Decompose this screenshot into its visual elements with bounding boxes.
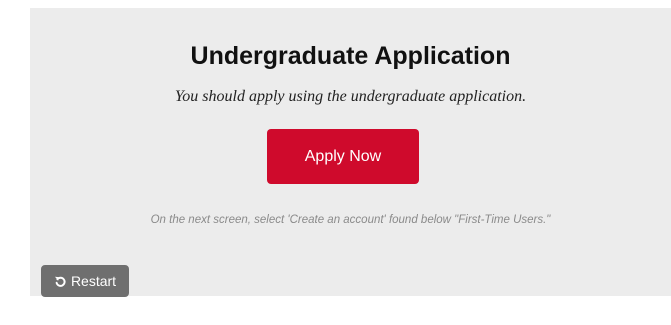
apply-now-button[interactable]: Apply Now (267, 129, 419, 184)
application-panel: Undergraduate Application You should app… (30, 8, 671, 297)
restart-label: Restart (70, 273, 117, 289)
instruction-note: On the next screen, select 'Create an ac… (150, 214, 551, 226)
apply-now-label: Apply Now (304, 147, 382, 165)
undo-icon (54, 275, 67, 288)
restart-button[interactable]: Restart (41, 265, 129, 297)
subtitle: You should apply using the undergraduate… (174, 88, 527, 105)
page-title: Undergraduate Application (190, 42, 511, 70)
